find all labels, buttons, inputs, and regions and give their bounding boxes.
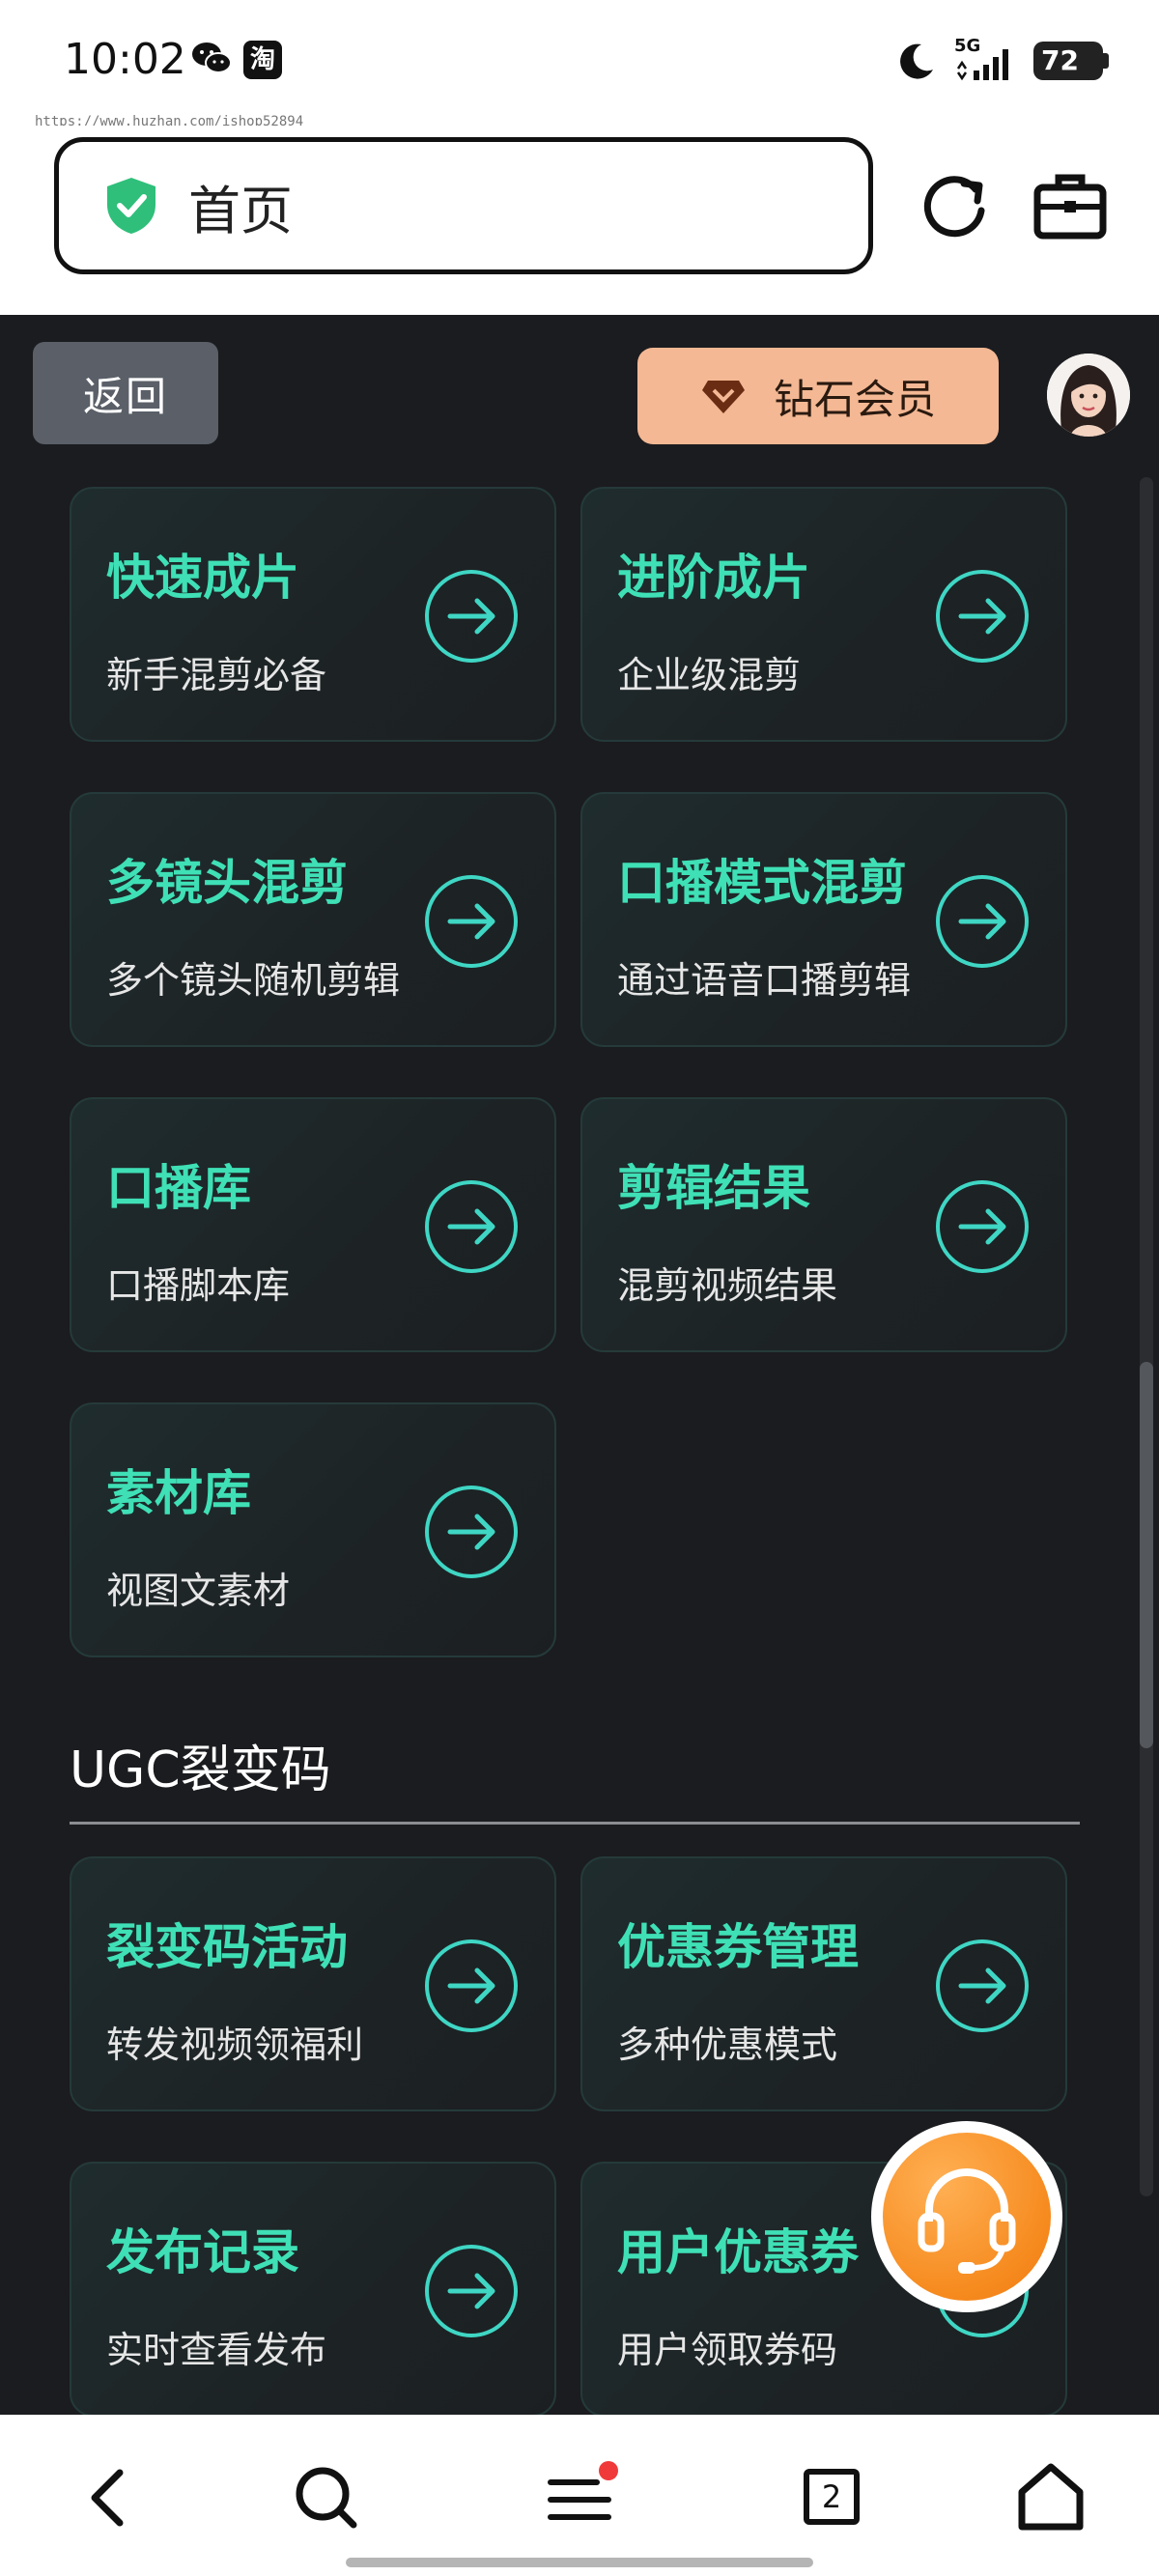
card-subtitle: 视图文素材 bbox=[106, 1570, 291, 1612]
page-content: 返回 钻石会员 快速成片 新手混剪必备 进阶成片 企业级混剪 多镜头混剪 多个镜… bbox=[0, 315, 1159, 2415]
arrow-right-icon[interactable] bbox=[934, 1178, 1031, 1275]
card-subtitle: 通过语音口播剪辑 bbox=[617, 959, 912, 1002]
address-bar[interactable]: 首页 bbox=[54, 137, 873, 274]
reload-icon[interactable] bbox=[916, 168, 993, 245]
arrow-right-icon[interactable] bbox=[934, 873, 1031, 970]
card-title: 素材库 bbox=[106, 1465, 251, 1521]
status-right-group: 5G 72 bbox=[896, 36, 1109, 85]
arrow-right-icon[interactable] bbox=[423, 1484, 520, 1580]
home-indicator[interactable] bbox=[346, 2558, 813, 2567]
scrollbar-track[interactable] bbox=[1140, 477, 1153, 2196]
avatar[interactable] bbox=[1047, 354, 1130, 437]
signal-icon: 5G bbox=[954, 36, 1016, 82]
feature-card[interactable]: 裂变码活动 转发视频领福利 bbox=[70, 1856, 556, 2111]
back-button[interactable]: 返回 bbox=[33, 342, 218, 444]
card-title: 口播库 bbox=[106, 1160, 251, 1216]
feature-card[interactable]: 快速成片 新手混剪必备 bbox=[70, 487, 556, 742]
card-title: 进阶成片 bbox=[617, 550, 810, 606]
arrow-right-icon[interactable] bbox=[423, 1938, 520, 2034]
feature-card[interactable]: 口播模式混剪 通过语音口播剪辑 bbox=[580, 792, 1067, 1047]
battery-level: 72 bbox=[1041, 44, 1079, 76]
briefcase-icon[interactable] bbox=[1032, 168, 1109, 245]
card-title: 优惠券管理 bbox=[617, 1919, 859, 1975]
arrow-right-icon[interactable] bbox=[423, 873, 520, 970]
card-subtitle: 多种优惠模式 bbox=[617, 2024, 838, 2066]
menu-icon[interactable] bbox=[541, 2459, 618, 2536]
customer-support-button[interactable] bbox=[871, 2121, 1062, 2312]
headset-icon bbox=[918, 2168, 1016, 2274]
status-time: 10:02 bbox=[64, 35, 186, 84]
card-subtitle: 多个镜头随机剪辑 bbox=[106, 959, 401, 1002]
section-divider bbox=[70, 1822, 1080, 1825]
back-icon[interactable] bbox=[71, 2459, 149, 2536]
address-title: 首页 bbox=[188, 180, 293, 241]
scrollbar-thumb[interactable] bbox=[1140, 1362, 1153, 1748]
support-badge bbox=[883, 2133, 1051, 2301]
feature-card[interactable]: 优惠券管理 多种优惠模式 bbox=[580, 1856, 1067, 2111]
card-subtitle: 口播脚本库 bbox=[106, 1264, 291, 1307]
card-title: 快速成片 bbox=[106, 550, 299, 606]
card-title: 剪辑结果 bbox=[617, 1160, 810, 1216]
card-subtitle: 企业级混剪 bbox=[617, 654, 802, 696]
battery-icon: 72 bbox=[1033, 42, 1109, 80]
feature-card[interactable]: 多镜头混剪 多个镜头随机剪辑 bbox=[70, 792, 556, 1047]
tab-count: 2 bbox=[804, 2469, 860, 2525]
card-subtitle: 实时查看发布 bbox=[106, 2329, 327, 2371]
moon-icon bbox=[900, 43, 933, 79]
feature-card[interactable]: 口播库 口播脚本库 bbox=[70, 1097, 556, 1352]
wechat-icon bbox=[192, 42, 232, 73]
taobao-icon: 淘 bbox=[243, 41, 282, 79]
card-title: 多镜头混剪 bbox=[106, 855, 348, 911]
card-subtitle: 转发视频领福利 bbox=[106, 2024, 364, 2066]
feature-card[interactable]: 剪辑结果 混剪视频结果 bbox=[580, 1097, 1067, 1352]
card-subtitle: 混剪视频结果 bbox=[617, 1264, 838, 1307]
feature-card[interactable]: 素材库 视图文素材 bbox=[70, 1402, 556, 1657]
home-icon[interactable] bbox=[1012, 2459, 1089, 2536]
feature-card[interactable]: 进阶成片 企业级混剪 bbox=[580, 487, 1067, 742]
diamond-icon bbox=[701, 381, 745, 413]
card-title: 裂变码活动 bbox=[106, 1919, 348, 1975]
vip-label: 钻石会员 bbox=[773, 375, 936, 423]
feature-card[interactable]: 发布记录 实时查看发布 bbox=[70, 2162, 556, 2415]
search-icon[interactable] bbox=[288, 2459, 365, 2536]
card-title: 发布记录 bbox=[106, 2224, 299, 2280]
arrow-right-icon[interactable] bbox=[934, 568, 1031, 665]
arrow-right-icon[interactable] bbox=[423, 568, 520, 665]
vip-button[interactable]: 钻石会员 bbox=[637, 348, 999, 444]
browser-toolbar: 首页 bbox=[0, 126, 1159, 315]
card-subtitle: 用户领取券码 bbox=[617, 2329, 838, 2371]
arrow-right-icon[interactable] bbox=[934, 1938, 1031, 2034]
tabs-icon[interactable]: 2 bbox=[794, 2459, 871, 2536]
status-bar: 10:02 淘 5G 72 bbox=[0, 0, 1159, 126]
bottom-navigation: 2 bbox=[0, 2415, 1159, 2576]
section-title: UGC裂变码 bbox=[70, 1741, 331, 1799]
shield-check-icon bbox=[107, 178, 155, 234]
arrow-right-icon[interactable] bbox=[423, 2243, 520, 2339]
arrow-right-icon[interactable] bbox=[423, 1178, 520, 1275]
card-title: 口播模式混剪 bbox=[617, 855, 907, 911]
card-title: 用户优惠券 bbox=[617, 2224, 859, 2280]
card-subtitle: 新手混剪必备 bbox=[106, 654, 327, 696]
